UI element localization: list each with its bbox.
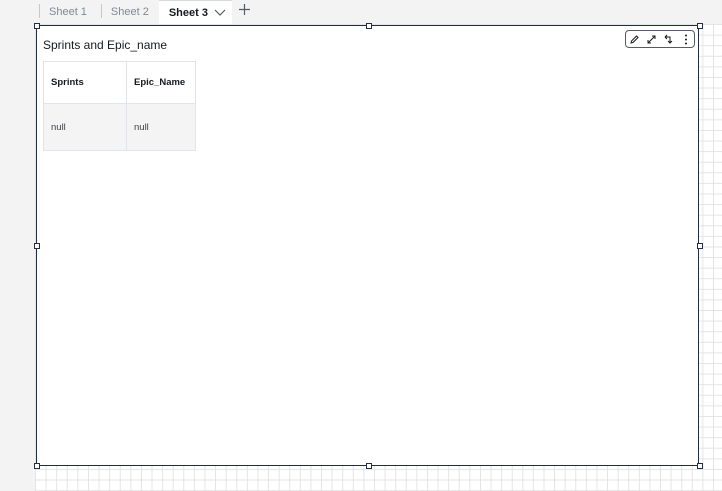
visual-toolbar — [625, 30, 695, 48]
tab-divider — [100, 4, 102, 18]
more-vertical-icon[interactable] — [679, 32, 693, 46]
column-header[interactable]: Sprints — [43, 61, 127, 104]
table-header-row: Sprints Epic_Name — [43, 61, 196, 104]
tab-sheet-1[interactable]: Sheet 1 — [35, 0, 97, 24]
data-table: Sprints Epic_Name null null — [43, 61, 196, 151]
tab-label: Sheet 3 — [168, 6, 208, 19]
resize-handle[interactable] — [34, 23, 40, 29]
add-sheet-button[interactable] — [232, 0, 257, 24]
resize-handle[interactable] — [34, 243, 40, 249]
tab-sheet-2[interactable]: Sheet 2 — [97, 0, 159, 24]
pencil-icon[interactable] — [628, 32, 642, 46]
resize-handle[interactable] — [34, 463, 40, 469]
resize-handle[interactable] — [697, 243, 703, 249]
visual-title: Sprints and Epic_name — [43, 38, 168, 52]
resize-handle[interactable] — [697, 463, 703, 469]
tab-label: Sheet 2 — [110, 6, 149, 18]
table-visual[interactable]: Sprints and Epic_name Sprints Epic_Name … — [36, 25, 699, 466]
table-row: null null — [43, 103, 196, 151]
resize-handle[interactable] — [366, 463, 372, 469]
column-header[interactable]: Epic_Name — [126, 61, 196, 104]
left-gutter — [0, 0, 35, 491]
table-cell[interactable]: null — [126, 103, 196, 151]
chevron-down-icon[interactable] — [214, 9, 226, 17]
table-cell[interactable]: null — [43, 103, 127, 151]
resize-handle[interactable] — [366, 23, 372, 29]
tab-sheet-3[interactable]: Sheet 3 — [158, 0, 232, 24]
plus-icon — [238, 3, 251, 21]
expand-icon[interactable] — [645, 32, 659, 46]
sheet-tabs: Sheet 1 Sheet 2 Sheet 3 — [35, 0, 722, 24]
resize-handle[interactable] — [697, 23, 703, 29]
tab-divider — [39, 4, 40, 18]
tab-label: Sheet 1 — [49, 6, 87, 18]
swap-icon[interactable] — [662, 32, 676, 46]
